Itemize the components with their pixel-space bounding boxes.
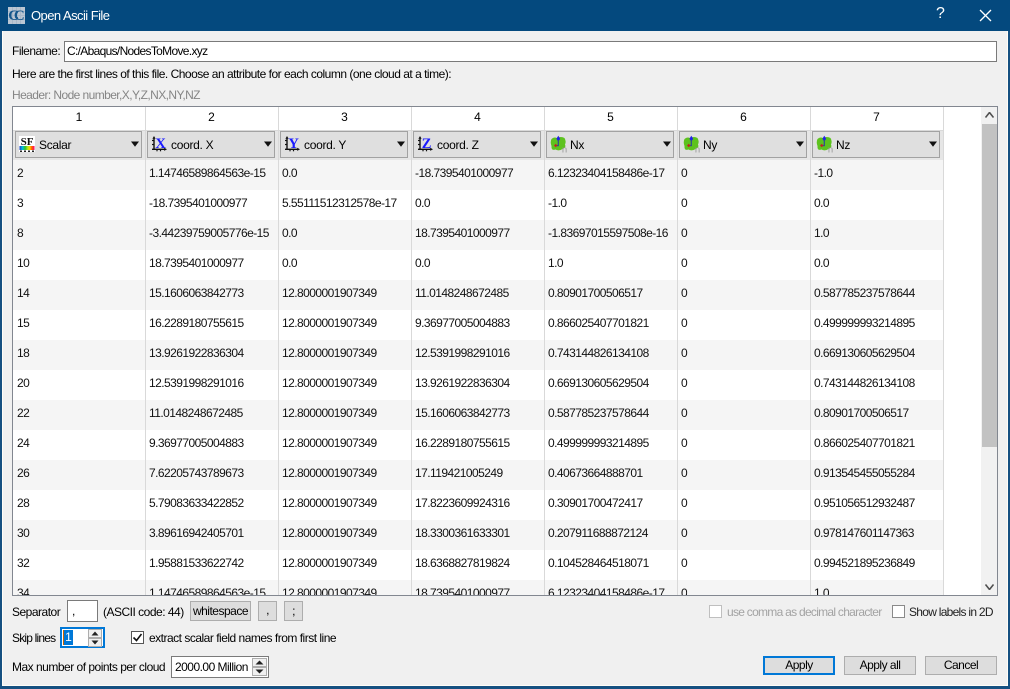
svg-text:Z: Z [422, 136, 432, 152]
svg-text:n: n [828, 145, 833, 154]
svg-text:n: n [695, 145, 700, 154]
svg-text:n: n [562, 145, 567, 154]
svg-text:C: C [14, 8, 25, 24]
svg-text:X: X [155, 136, 166, 152]
svg-text:Y: Y [288, 136, 299, 152]
